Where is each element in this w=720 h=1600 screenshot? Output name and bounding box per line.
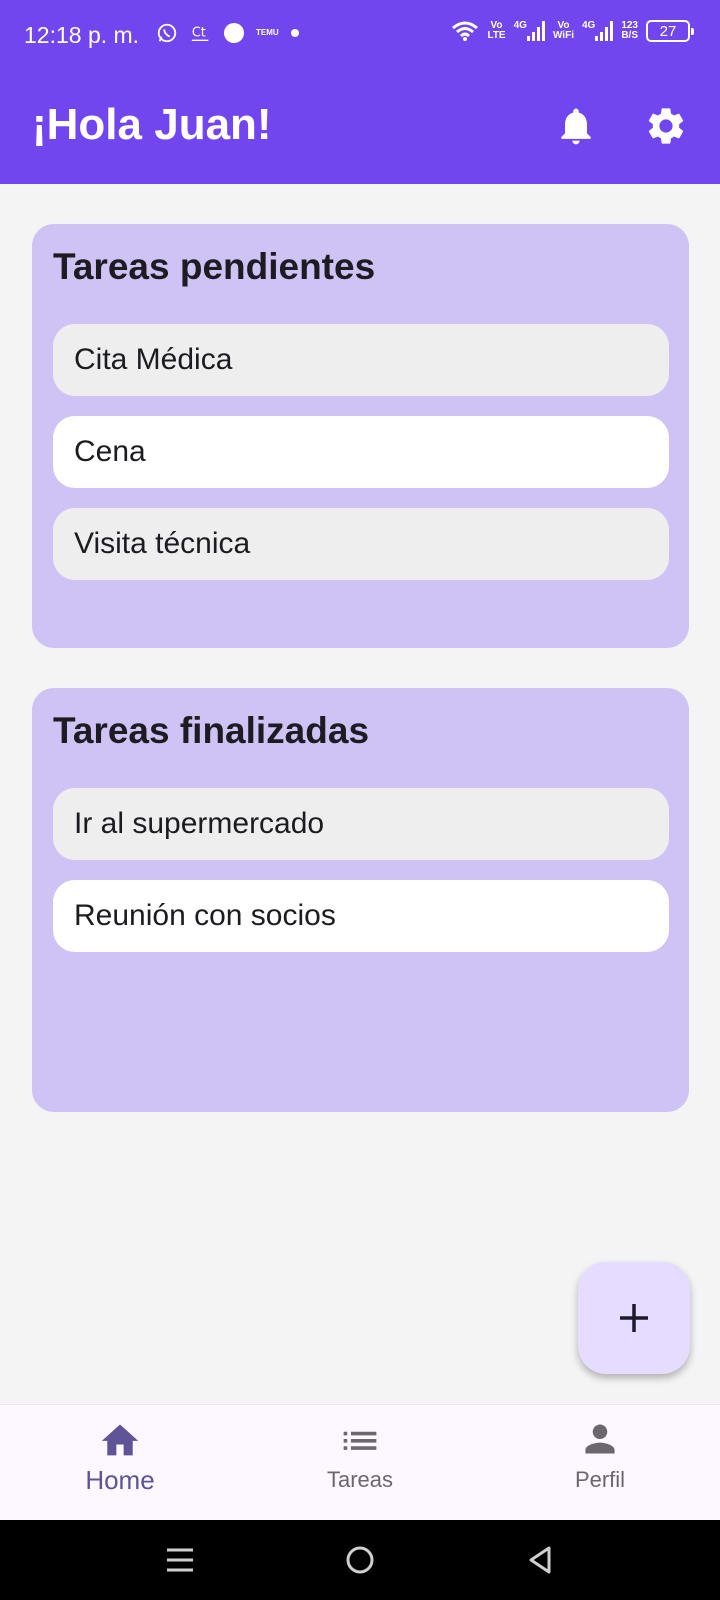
- temu-icon: TEMU: [256, 29, 279, 37]
- gear-icon[interactable]: [644, 104, 688, 148]
- system-nav-bar: [0, 1520, 720, 1600]
- pending-tasks-card: Tareas pendientes Cita Médica Cena Visit…: [32, 224, 689, 648]
- bell-icon[interactable]: [554, 104, 598, 148]
- task-item[interactable]: Cena: [53, 416, 669, 488]
- page-title: ¡Hola Juan!: [32, 100, 272, 149]
- battery-icon: 27: [646, 20, 694, 42]
- top-bar: 12:18 p. m. Ct TEMU Vo LTE 4G Vo WiFi 4G…: [0, 0, 720, 184]
- net-speed-unit: B/S: [621, 30, 638, 41]
- dot-icon: [224, 23, 244, 43]
- net-4g-label: 4G: [513, 20, 527, 31]
- signal-1: 4G: [514, 21, 545, 41]
- person-icon: [585, 1424, 615, 1454]
- vo-lte-icon: Vo LTE: [487, 21, 505, 41]
- back-icon[interactable]: [520, 1540, 560, 1580]
- home-icon: [101, 1424, 139, 1456]
- svg-text:Ct: Ct: [192, 26, 206, 41]
- notification-icons: Ct TEMU: [156, 22, 299, 44]
- net-speed: 123 B/S: [621, 21, 638, 41]
- menu-icon[interactable]: [160, 1540, 200, 1580]
- signal-2: 4G: [581, 20, 614, 41]
- status-bar: 12:18 p. m. Ct TEMU Vo LTE 4G Vo WiFi 4G…: [0, 0, 720, 72]
- finished-tasks-title: Tareas finalizadas: [53, 710, 370, 751]
- status-right: Vo LTE 4G Vo WiFi 4G 123 B/S 27: [451, 20, 694, 42]
- small-dot-icon: [290, 29, 299, 37]
- nav-item-perfil[interactable]: Perfil: [500, 1419, 700, 1493]
- nav-item-home[interactable]: Home: [20, 1419, 220, 1496]
- temu-label: TEMU: [256, 28, 279, 37]
- list-icon: [343, 1431, 377, 1450]
- nav-item-tareas[interactable]: Tareas: [260, 1419, 460, 1493]
- task-item[interactable]: Cita Médica: [53, 324, 669, 396]
- nav-label-tareas: Tareas: [326, 1467, 394, 1492]
- nav-label-perfil: Perfil: [574, 1467, 626, 1492]
- ct-icon: Ct: [192, 26, 209, 42]
- task-item[interactable]: Ir al supermercado: [53, 788, 669, 860]
- vo-lte-bottom: LTE: [487, 30, 506, 41]
- finished-tasks-card: Tareas finalizadas Ir al supermercado Re…: [32, 688, 689, 1112]
- task-item[interactable]: Reunión con socios: [53, 880, 669, 952]
- task-item[interactable]: Visita técnica: [53, 508, 669, 580]
- plus-icon: [620, 1304, 648, 1332]
- home-circle-icon[interactable]: [340, 1540, 380, 1580]
- nav-label-home: Home: [85, 1465, 155, 1495]
- whatsapp-icon: [157, 23, 177, 43]
- add-task-button[interactable]: [578, 1262, 690, 1374]
- bottom-nav: Home Tareas Perfil: [0, 1404, 720, 1520]
- pending-tasks-title: Tareas pendientes: [53, 246, 376, 287]
- vo-wifi-icon: Vo WiFi: [553, 21, 574, 41]
- vo-wifi-bottom: WiFi: [552, 30, 574, 41]
- wifi-icon: [452, 21, 479, 41]
- battery-level: 27: [659, 22, 677, 40]
- status-time: 12:18 p. m.: [24, 22, 140, 48]
- net-4g-label-2: 4G: [581, 20, 596, 31]
